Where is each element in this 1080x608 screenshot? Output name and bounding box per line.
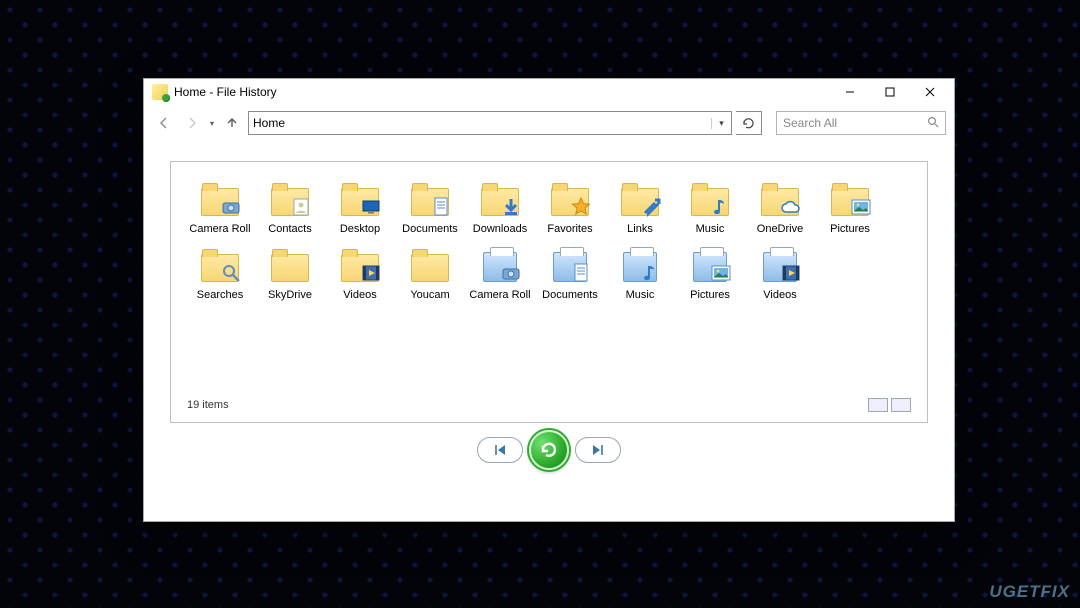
item-label: Documents: [535, 289, 605, 302]
folder-item[interactable]: Desktop: [325, 180, 395, 236]
folder-item[interactable]: Pictures: [815, 180, 885, 236]
minimize-button[interactable]: [830, 79, 870, 105]
refresh-button[interactable]: [736, 111, 762, 135]
folder-item[interactable]: Favorites: [535, 180, 605, 236]
folder-item[interactable]: Camera Roll: [185, 180, 255, 236]
folder-icon: [828, 180, 872, 220]
folder-item[interactable]: Contacts: [255, 180, 325, 236]
recent-locations-dropdown[interactable]: ▾: [208, 119, 216, 128]
library-icon: [618, 246, 662, 286]
item-label: Favorites: [535, 223, 605, 236]
folder-icon: [408, 246, 452, 286]
address-bar[interactable]: Home ▾: [248, 111, 732, 135]
folder-icon: [338, 246, 382, 286]
item-count: 19 items: [187, 399, 229, 411]
folder-item[interactable]: Music: [675, 180, 745, 236]
folder-item[interactable]: Youcam: [395, 246, 465, 302]
folder-item[interactable]: Documents: [535, 246, 605, 302]
search-input[interactable]: Search All: [776, 111, 946, 135]
folder-item[interactable]: Links: [605, 180, 675, 236]
item-label: Links: [605, 223, 675, 236]
folder-item[interactable]: OneDrive: [745, 180, 815, 236]
file-history-icon: [152, 84, 168, 100]
item-label: Camera Roll: [465, 289, 535, 302]
search-icon: [927, 116, 939, 131]
item-label: Youcam: [395, 289, 465, 302]
folder-item[interactable]: Downloads: [465, 180, 535, 236]
item-label: OneDrive: [745, 223, 815, 236]
item-label: Videos: [325, 289, 395, 302]
item-label: Desktop: [325, 223, 395, 236]
items-grid: Camera RollContactsDesktopDocumentsDownl…: [185, 180, 913, 392]
folder-icon: [198, 180, 242, 220]
folder-icon: [198, 246, 242, 286]
item-label: Videos: [745, 289, 815, 302]
folder-icon: [338, 180, 382, 220]
folder-icon: [688, 180, 732, 220]
folder-item[interactable]: SkyDrive: [255, 246, 325, 302]
folder-item[interactable]: Pictures: [675, 246, 745, 302]
view-icons-button[interactable]: [891, 398, 911, 412]
folder-item[interactable]: Documents: [395, 180, 465, 236]
item-label: SkyDrive: [255, 289, 325, 302]
item-label: Pictures: [675, 289, 745, 302]
folder-icon: [758, 180, 802, 220]
folder-item[interactable]: Videos: [745, 246, 815, 302]
address-dropdown-icon[interactable]: ▾: [711, 118, 727, 129]
navigation-bar: ▾ Home ▾ Search All: [144, 105, 954, 141]
watermark: UG⁠ETFIX: [989, 582, 1070, 602]
address-text: Home: [253, 116, 711, 130]
next-version-button[interactable]: [575, 437, 621, 463]
library-icon: [548, 246, 592, 286]
folder-item[interactable]: Music: [605, 246, 675, 302]
item-label: Camera Roll: [185, 223, 255, 236]
library-icon: [758, 246, 802, 286]
content-area: Camera RollContactsDesktopDocumentsDownl…: [144, 141, 954, 521]
view-details-button[interactable]: [868, 398, 888, 412]
folder-icon: [408, 180, 452, 220]
back-button[interactable]: [152, 111, 176, 135]
folder-icon: [268, 246, 312, 286]
file-history-window: Home - File History ▾ Home ▾: [143, 78, 955, 522]
item-label: Searches: [185, 289, 255, 302]
folder-item[interactable]: Searches: [185, 246, 255, 302]
folder-icon: [618, 180, 662, 220]
window-title: Home - File History: [174, 85, 277, 99]
history-controls: [170, 423, 928, 477]
library-icon: [688, 246, 732, 286]
folder-item[interactable]: Camera Roll: [465, 246, 535, 302]
close-button[interactable]: [910, 79, 950, 105]
item-label: Downloads: [465, 223, 535, 236]
previous-version-button[interactable]: [477, 437, 523, 463]
item-label: Music: [675, 223, 745, 236]
folder-icon: [548, 180, 592, 220]
folder-icon: [268, 180, 312, 220]
item-label: Documents: [395, 223, 465, 236]
item-label: Music: [605, 289, 675, 302]
search-placeholder: Search All: [783, 116, 837, 130]
forward-button[interactable]: [180, 111, 204, 135]
status-bar: 19 items: [185, 392, 913, 416]
maximize-button[interactable]: [870, 79, 910, 105]
library-icon: [478, 246, 522, 286]
folder-item[interactable]: Videos: [325, 246, 395, 302]
item-label: Pictures: [815, 223, 885, 236]
item-label: Contacts: [255, 223, 325, 236]
titlebar: Home - File History: [144, 79, 954, 105]
up-button[interactable]: [220, 111, 244, 135]
folder-icon: [478, 180, 522, 220]
restore-button[interactable]: [529, 430, 569, 470]
items-panel: Camera RollContactsDesktopDocumentsDownl…: [170, 161, 928, 423]
